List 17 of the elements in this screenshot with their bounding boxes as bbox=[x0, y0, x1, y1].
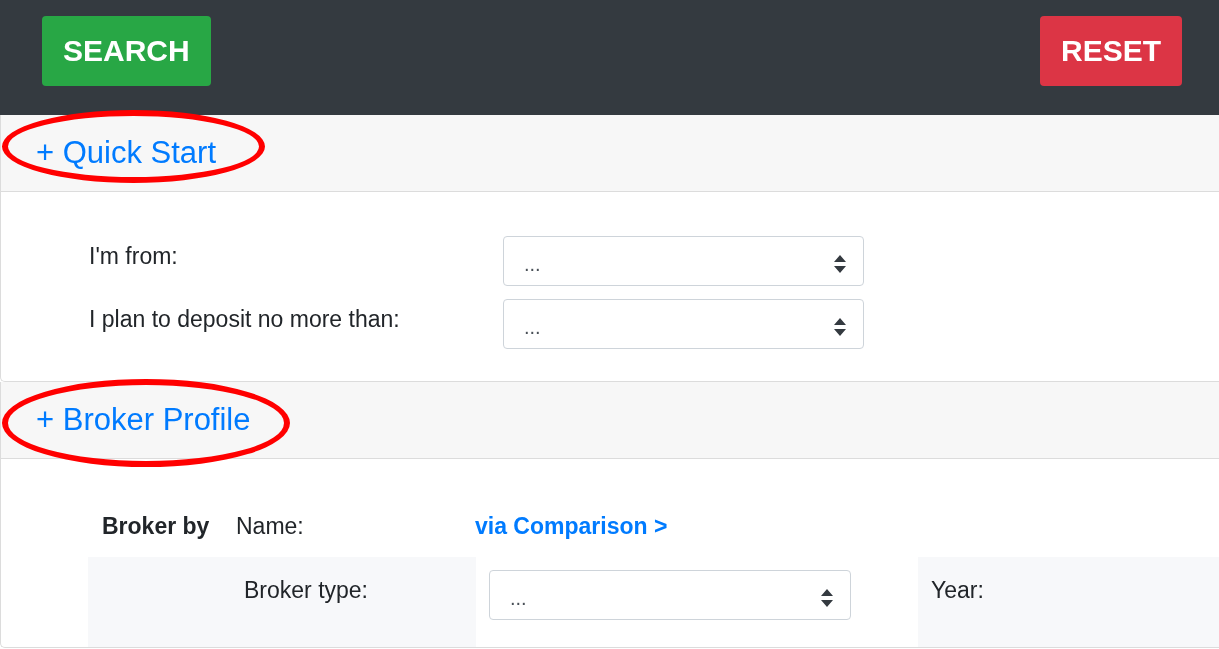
section-toggle-link[interactable]: + Broker Profile bbox=[36, 402, 251, 438]
field-label: I plan to deposit no more than: bbox=[89, 305, 400, 333]
reset-button[interactable]: RESET bbox=[1039, 16, 1182, 86]
field-label: Broker type: bbox=[244, 577, 368, 603]
group-label: Broker by bbox=[101, 512, 211, 540]
sort-arrows-icon bbox=[820, 588, 834, 608]
select-field[interactable]: ... bbox=[503, 299, 864, 349]
search-button[interactable]: SEARCH bbox=[42, 16, 211, 86]
sort-arrows-icon bbox=[833, 317, 847, 337]
field-label: Name: bbox=[236, 512, 304, 540]
field-label: I'm from: bbox=[89, 242, 178, 270]
select-field[interactable]: ... bbox=[489, 570, 851, 620]
select-field[interactable]: ... bbox=[503, 236, 864, 286]
sort-arrows-icon bbox=[833, 254, 847, 274]
comparison-link[interactable]: via Comparison > bbox=[475, 512, 668, 540]
section-toggle-link[interactable]: + Quick Start bbox=[36, 135, 217, 171]
field-label: Year: bbox=[931, 577, 984, 603]
